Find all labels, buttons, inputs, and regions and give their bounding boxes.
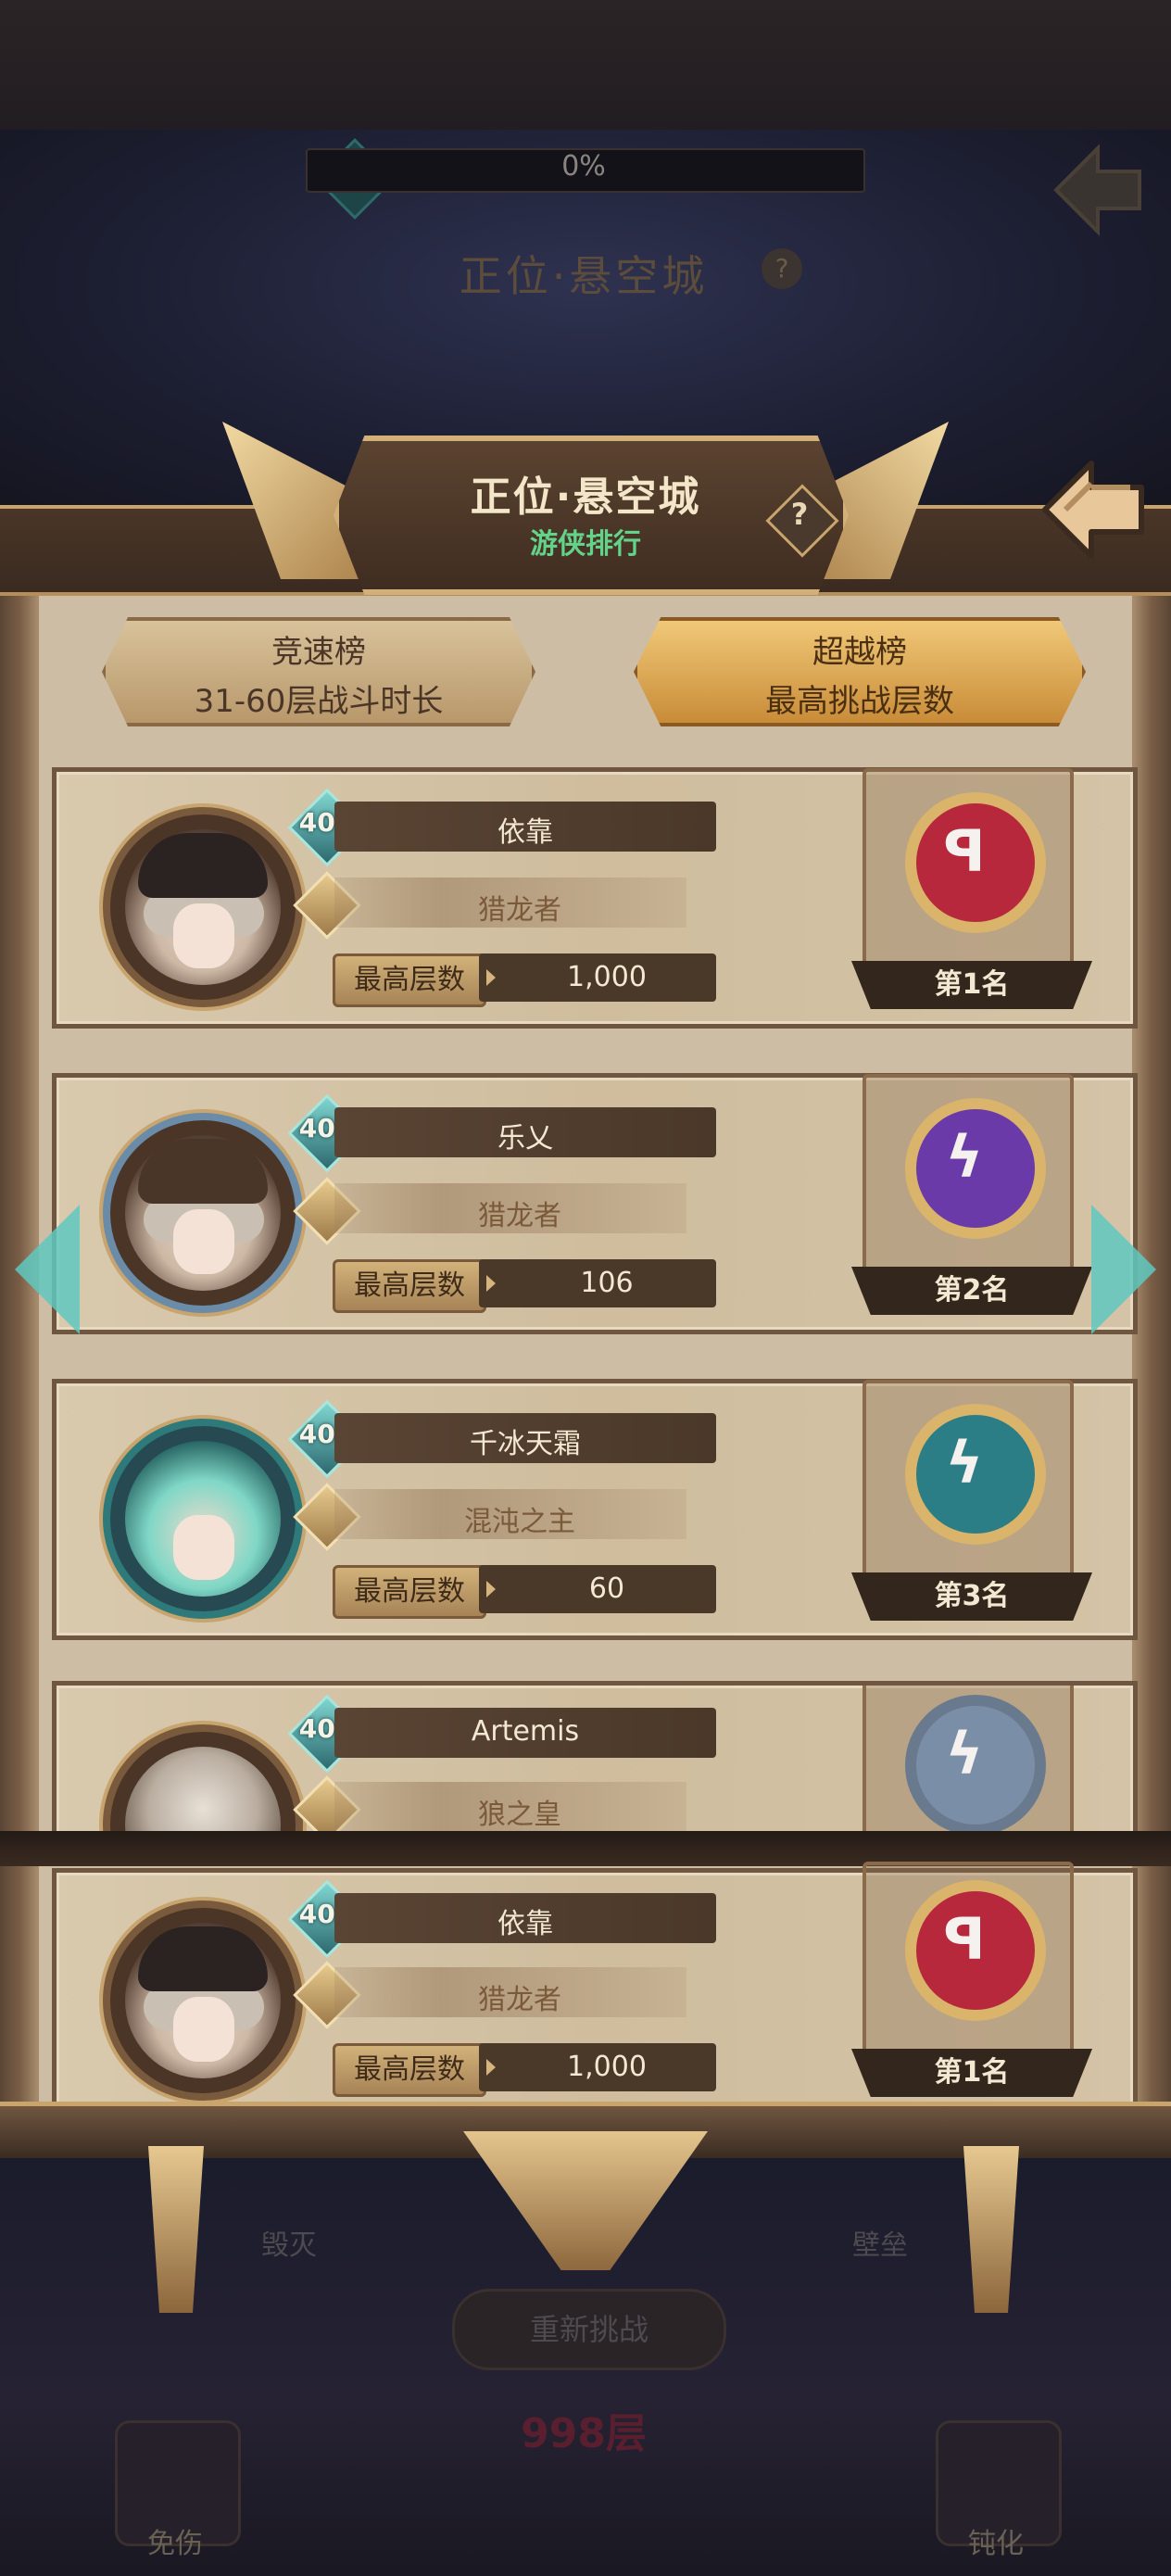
my-rank-card[interactable]: 400 依靠 猎龙者 最高层数 1,000 ꟼ 第1名: [52, 1862, 1138, 2109]
help-icon: ?: [790, 497, 809, 532]
panel-subtitle: 游侠排行: [530, 528, 641, 561]
ranking-card-1[interactable]: 400 依靠 猎龙者 最高层数 1,000 ꟼ 第1名: [52, 767, 1138, 1029]
damage-reduction-label: 免伤: [147, 2528, 203, 2560]
floor-arrow-icon: [486, 1581, 496, 1597]
tab-surpass-ranking[interactable]: 超越榜 最高挑战层数: [634, 617, 1086, 726]
background-skill-left: 毁灭: [261, 2229, 317, 2262]
player-avatar[interactable]: [103, 807, 303, 1007]
floor-arrow-icon: [486, 1275, 496, 1292]
max-floor-label: 最高层数: [333, 2043, 486, 2097]
next-page-arrow-icon[interactable]: [1091, 1205, 1156, 1334]
rank-rune-icon: ϟ: [945, 1123, 984, 1191]
player-name: 乐乂: [497, 1122, 553, 1155]
background-help-icon: ?: [762, 248, 802, 289]
panel-title: 正位·悬空城: [470, 474, 701, 521]
max-floor-value: 106: [580, 1267, 634, 1299]
player-title: 猎龙者: [478, 894, 561, 927]
max-floor-label: 最高层数: [333, 953, 486, 1007]
progress-text: 0%: [561, 150, 606, 183]
background-skill-right: 壁垒: [852, 2229, 908, 2262]
tab-speed-ranking[interactable]: 竞速榜 31-60层战斗时长: [102, 617, 535, 726]
max-floor-value: 1,000: [567, 2051, 647, 2083]
blunt-label: 钝化: [968, 2528, 1024, 2560]
background-back-icon: [1053, 144, 1141, 236]
player-title: 混沌之主: [464, 1506, 575, 1538]
tab-speed-ranking-name: 竞速榜: [271, 634, 366, 671]
player-avatar[interactable]: [103, 1724, 303, 1834]
player-title: 狼之皇: [478, 1799, 561, 1831]
tab-speed-ranking-desc: 31-60层战斗时长: [194, 683, 444, 720]
ranking-card-2[interactable]: 400 乐乂 猎龙者 最高层数 106 ϟ 第2名: [52, 1073, 1138, 1334]
current-floor: 998层: [521, 2410, 647, 2457]
tab-surpass-ranking-name: 超越榜: [812, 634, 907, 671]
player-title: 猎龙者: [478, 1984, 561, 2016]
rank-text: 第1名: [934, 2056, 1010, 2089]
player-avatar[interactable]: [103, 1419, 303, 1619]
rank-rune-icon: ꟼ: [943, 1905, 986, 1973]
ranking-card-3[interactable]: 400 千冰天霜 混沌之主 最高层数 60 ϟ 第3名: [52, 1379, 1138, 1640]
ranking-card-4[interactable]: 400 Artemis 狼之皇 ϟ: [52, 1681, 1138, 1838]
player-avatar[interactable]: [103, 1900, 303, 2101]
background-title: 正位·悬空城: [459, 251, 709, 301]
player-name: 依靠: [497, 816, 553, 849]
rank-text: 第3名: [934, 1580, 1010, 1612]
rank-rune-icon: ꟼ: [943, 817, 986, 885]
rank-text: 第2名: [934, 1274, 1010, 1307]
player-name: 千冰天霜: [470, 1428, 581, 1460]
max-floor-label: 最高层数: [333, 1259, 486, 1313]
tab-surpass-ranking-desc: 最高挑战层数: [765, 683, 954, 720]
player-avatar[interactable]: [103, 1113, 303, 1313]
previous-page-arrow-icon[interactable]: [15, 1205, 80, 1334]
max-floor-label: 最高层数: [333, 1565, 486, 1619]
floor-arrow-icon: [486, 969, 496, 986]
player-name: Artemis: [471, 1715, 580, 1748]
retry-button[interactable]: 重新挑战: [452, 2289, 726, 2370]
back-arrow-icon[interactable]: [1038, 454, 1149, 565]
rank-rune-icon: ϟ: [945, 1429, 984, 1496]
floor-arrow-icon: [486, 2059, 496, 2076]
rank-text: 第1名: [934, 968, 1010, 1001]
max-floor-value: 60: [588, 1572, 625, 1605]
player-name: 依靠: [497, 1908, 553, 1940]
player-title: 猎龙者: [478, 1200, 561, 1232]
max-floor-value: 1,000: [567, 961, 647, 993]
top-bar-background: [0, 0, 1171, 130]
rank-rune-icon: ϟ: [945, 1720, 984, 1787]
